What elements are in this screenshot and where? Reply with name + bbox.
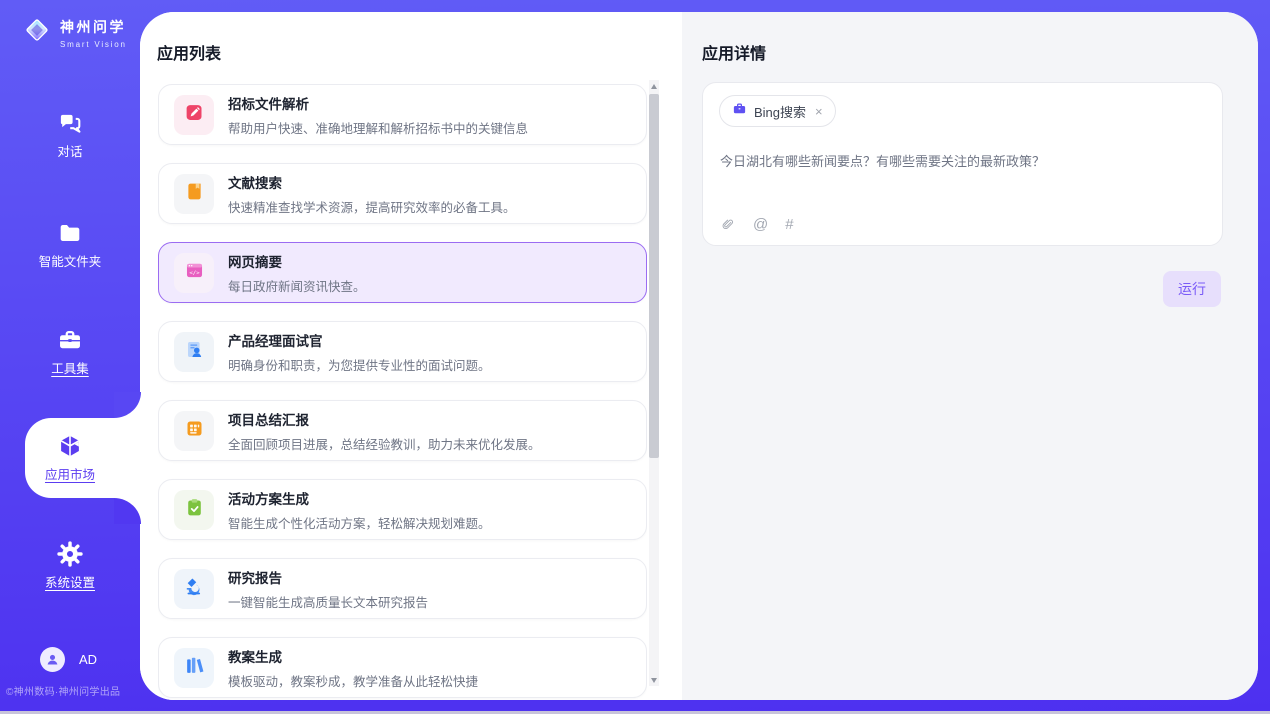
at-icon[interactable]: @ (753, 216, 768, 233)
bid-parse-icon (184, 102, 205, 128)
research-report-icon (184, 576, 205, 602)
app-detail-title: 应用详情 (702, 40, 766, 64)
lesson-plan-icon (184, 655, 205, 681)
avatar (40, 647, 65, 672)
app-card-selected[interactable]: </> 网页摘要 每日政府新闻资讯快查。 (158, 242, 647, 303)
tool-tag-label: Bing搜索 (754, 102, 806, 121)
run-button[interactable]: 运行 (1163, 271, 1221, 307)
briefcase-icon (732, 101, 747, 121)
sidebar-item-settings[interactable]: 系统设置 (0, 541, 140, 591)
app-card[interactable]: 教案生成 模板驱动，教案秒成，教学准备从此轻松快捷 (158, 637, 647, 698)
activity-plan-icon (184, 497, 205, 523)
sidebar-item-market[interactable]: 应用市场 (0, 433, 140, 483)
app-card[interactable]: 产品经理面试官 明确身份和职责，为您提供专业性的面试问题。 (158, 321, 647, 382)
app-card[interactable]: 研究报告 一键智能生成高质量长文本研究报告 (158, 558, 647, 619)
hash-icon[interactable]: # (785, 216, 793, 233)
tab-fillet-bottom (114, 498, 141, 524)
brand-logo: 神州问学 Smart Vision (22, 15, 127, 50)
copyright-text: ©神州数码·神州问学出品 (6, 683, 140, 698)
tab-fillet-top (114, 392, 141, 418)
scrollbar-thumb[interactable] (649, 94, 659, 458)
app-card[interactable]: 活动方案生成 智能生成个性化活动方案，轻松解决规划难题。 (158, 479, 647, 540)
app-detail-panel: 应用详情 Bing搜索 × 今日湖北有哪些新闻要点？有哪些需要关注的最新政策？ … (682, 12, 1258, 700)
brand-diamond-icon (22, 15, 52, 50)
close-icon[interactable]: × (815, 105, 823, 118)
web-summary-icon: </> (184, 260, 205, 286)
user-label: AD (79, 652, 97, 667)
sidebar-item-toolset[interactable]: 工具集 (0, 327, 140, 377)
user-account[interactable]: AD (40, 647, 97, 672)
person-icon (45, 652, 60, 667)
literature-search-icon (184, 181, 205, 207)
app-list-panel: 应用列表 招标文件解析 帮助用户快速、准确地理解和解析招标书中的关键信息 文献搜… (140, 12, 682, 700)
app-list-title: 应用列表 (157, 40, 221, 64)
tool-tag-bing[interactable]: Bing搜索 × (719, 95, 836, 127)
toolbox-icon (57, 327, 83, 353)
app-card-list: 招标文件解析 帮助用户快速、准确地理解和解析招标书中的关键信息 文献搜索 快速精… (158, 84, 647, 700)
project-summary-icon (184, 418, 205, 444)
app-card[interactable]: 招标文件解析 帮助用户快速、准确地理解和解析招标书中的关键信息 (158, 84, 647, 145)
query-input-card[interactable]: Bing搜索 × 今日湖北有哪些新闻要点？有哪些需要关注的最新政策？ @# (702, 82, 1223, 246)
sidebar-item-folders[interactable]: 智能文件夹 (0, 220, 140, 270)
scroll-up-icon[interactable] (649, 80, 659, 92)
brand-name: 神州问学 (60, 17, 127, 37)
main-panel: 应用列表 招标文件解析 帮助用户快速、准确地理解和解析招标书中的关键信息 文献搜… (140, 12, 1258, 700)
app-card[interactable]: 文献搜索 快速精准查找学术资源，提高研究效率的必备工具。 (158, 163, 647, 224)
attach-toolbar: @# (720, 216, 794, 233)
sidebar-item-chat[interactable]: 对话 (0, 110, 140, 160)
brand-subtitle: Smart Vision (60, 40, 127, 49)
settings-icon (57, 541, 83, 567)
pm-interviewer-icon (184, 339, 205, 365)
app-market-icon (57, 433, 83, 459)
paperclip-icon[interactable] (720, 217, 736, 233)
folder-icon (57, 220, 83, 246)
app-card[interactable]: 项目总结汇报 全面回顾项目进展，总结经验教训，助力未来优化发展。 (158, 400, 647, 461)
scroll-down-icon[interactable] (649, 674, 659, 686)
svg-text:</>: </> (189, 270, 200, 276)
list-scrollbar[interactable] (649, 80, 659, 686)
query-text[interactable]: 今日湖北有哪些新闻要点？有哪些需要关注的最新政策？ (720, 151, 1206, 170)
chat-icon (57, 110, 83, 136)
